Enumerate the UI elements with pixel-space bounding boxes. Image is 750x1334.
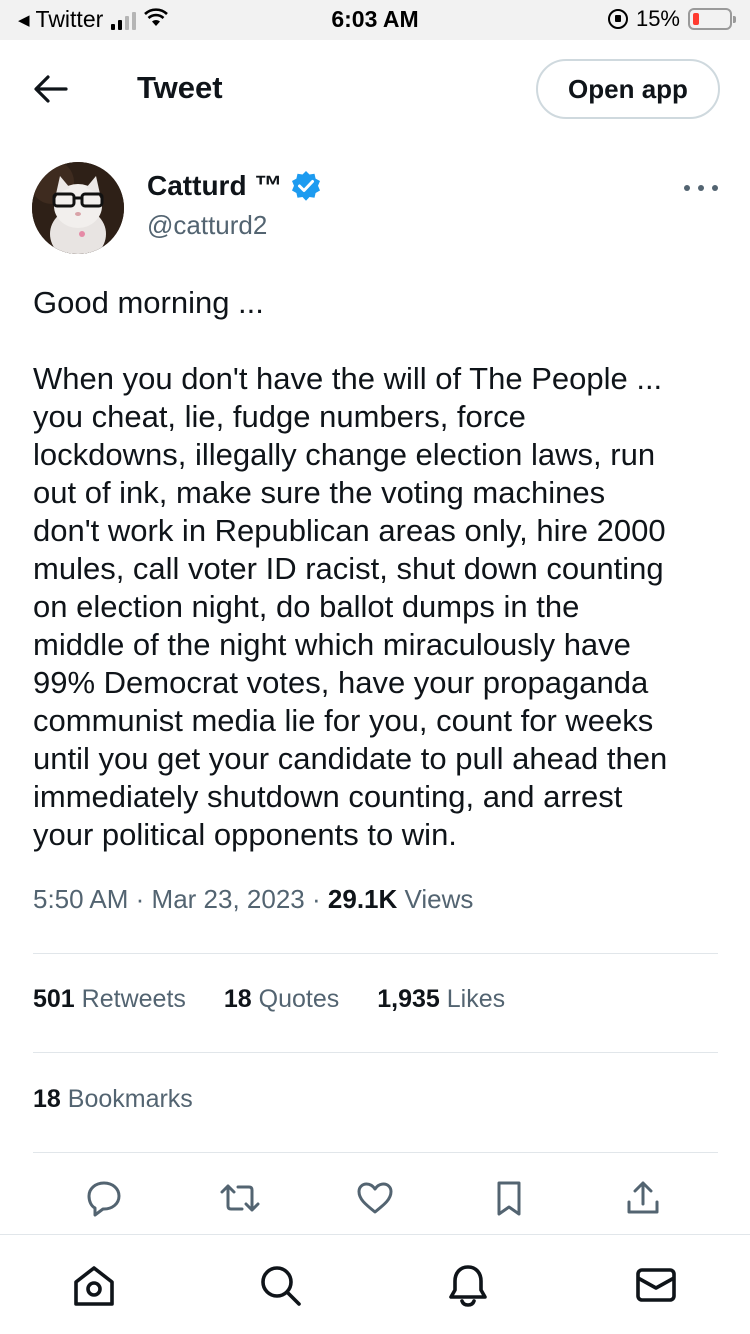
tweet-paragraph: When you don't have the will of The Peop… — [33, 360, 723, 854]
quotes-label: Quotes — [258, 985, 340, 1013]
tweet-text: Good morning ... When you don't have the… — [33, 284, 723, 854]
header: Tweet Open app — [0, 40, 750, 140]
quotes-count: 18 — [223, 985, 252, 1013]
back-arrow-icon[interactable] — [34, 74, 68, 104]
bookmarks-stat[interactable]: 18 Bookmarks — [33, 1085, 193, 1114]
retweet-icon[interactable] — [218, 1176, 262, 1220]
tweet-date[interactable]: Mar 23, 2023 — [152, 884, 305, 914]
views-count: 29.1K — [327, 884, 398, 914]
tweet-line: communist media lie for you, count for w… — [33, 703, 654, 738]
likes-count: 1,935 — [377, 985, 440, 1013]
engagement-stats: 501 Retweets 18 Quotes 1,935 Likes — [33, 985, 543, 1014]
messages-icon[interactable] — [632, 1261, 680, 1309]
tweet-line: lockdowns, illegally change election law… — [33, 437, 656, 472]
open-app-button[interactable]: Open app — [536, 59, 720, 119]
battery-icon — [688, 8, 736, 30]
tweet-line: on election night, do ballot dumps in th… — [33, 589, 580, 624]
bookmark-icon[interactable] — [487, 1176, 531, 1220]
author-name-row[interactable]: Catturd ™ — [147, 170, 322, 202]
views-label: Views — [404, 884, 474, 914]
tweet-meta: 5:50 AM · Mar 23, 2023 · 29.1K Views — [33, 884, 473, 915]
retweets-label: Retweets — [81, 985, 186, 1013]
status-bar: ◀ Twitter 6:03 AM 15% — [0, 0, 750, 40]
tweet-paragraph: Good morning ... — [33, 284, 723, 322]
tweet-line: middle of the night which miraculously h… — [33, 627, 631, 662]
tweet-line: your political opponents to win. — [33, 817, 457, 852]
author-handle[interactable]: @catturd2 — [147, 210, 267, 241]
quotes-stat[interactable]: 18 Quotes — [224, 985, 339, 1014]
bottom-tab-bar — [0, 1234, 750, 1334]
notifications-icon[interactable] — [444, 1261, 492, 1309]
tweet-line: immediately shutdown counting, and arres… — [33, 779, 623, 814]
bookmarks-label: Bookmarks — [67, 1085, 193, 1113]
tweet-line: until you get your candidate to pull ahe… — [33, 741, 668, 776]
meta-separator: · — [312, 884, 321, 914]
avatar[interactable] — [32, 162, 124, 254]
orientation-lock-icon — [607, 9, 628, 29]
status-right: 15% — [607, 6, 736, 32]
divider — [33, 1152, 718, 1153]
tweet-line: out of ink, make sure the voting machine… — [33, 475, 606, 510]
tweet-time[interactable]: 5:50 AM — [33, 884, 128, 914]
tweet-actions — [0, 1170, 750, 1230]
divider — [33, 1052, 718, 1053]
tweet-line: 99% Democrat votes, have your propaganda — [33, 665, 649, 700]
retweets-count: 501 — [33, 985, 75, 1013]
home-icon[interactable] — [70, 1261, 118, 1309]
share-icon[interactable] — [621, 1176, 665, 1220]
verified-badge-icon — [290, 170, 322, 202]
tweet-line: mules, call voter ID racist, shut down c… — [33, 551, 664, 586]
tweet-line: you cheat, lie, fudge numbers, force — [33, 399, 526, 434]
search-icon[interactable] — [256, 1261, 304, 1309]
battery-percent: 15% — [635, 6, 680, 31]
tweet-line: don't work in Republican areas only, hir… — [33, 513, 666, 548]
likes-stat[interactable]: 1,935 Likes — [377, 985, 505, 1014]
meta-separator: · — [135, 884, 145, 914]
tweet-line: Good morning ... — [33, 285, 264, 320]
author-name: Catturd ™ — [147, 170, 283, 201]
divider — [33, 953, 718, 954]
likes-label: Likes — [446, 985, 506, 1013]
more-options-icon[interactable] — [684, 178, 718, 198]
reply-icon[interactable] — [82, 1176, 126, 1220]
like-icon[interactable] — [353, 1176, 397, 1220]
retweets-stat[interactable]: 501 Retweets — [33, 985, 186, 1014]
tweet-line: When you don't have the will of The Peop… — [33, 361, 663, 396]
page-title: Tweet — [137, 70, 223, 105]
bookmarks-count: 18 — [33, 1085, 61, 1113]
